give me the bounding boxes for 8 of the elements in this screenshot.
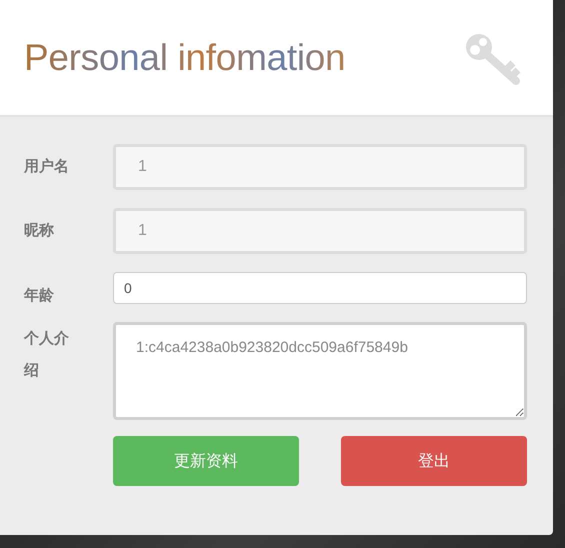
- field-label: 昵称: [24, 220, 54, 238]
- logout-button[interactable]: 登出: [341, 436, 527, 486]
- field-label: 用户名: [24, 156, 69, 174]
- field-label: 年龄: [24, 285, 54, 303]
- update-button[interactable]: 更新资料: [113, 436, 299, 486]
- number-field[interactable]: 0: [113, 272, 527, 304]
- text-area[interactable]: 1:c4ca4238a0b923820dcc509a6f75849b: [113, 322, 527, 420]
- field-label: 个人介绍: [24, 328, 70, 381]
